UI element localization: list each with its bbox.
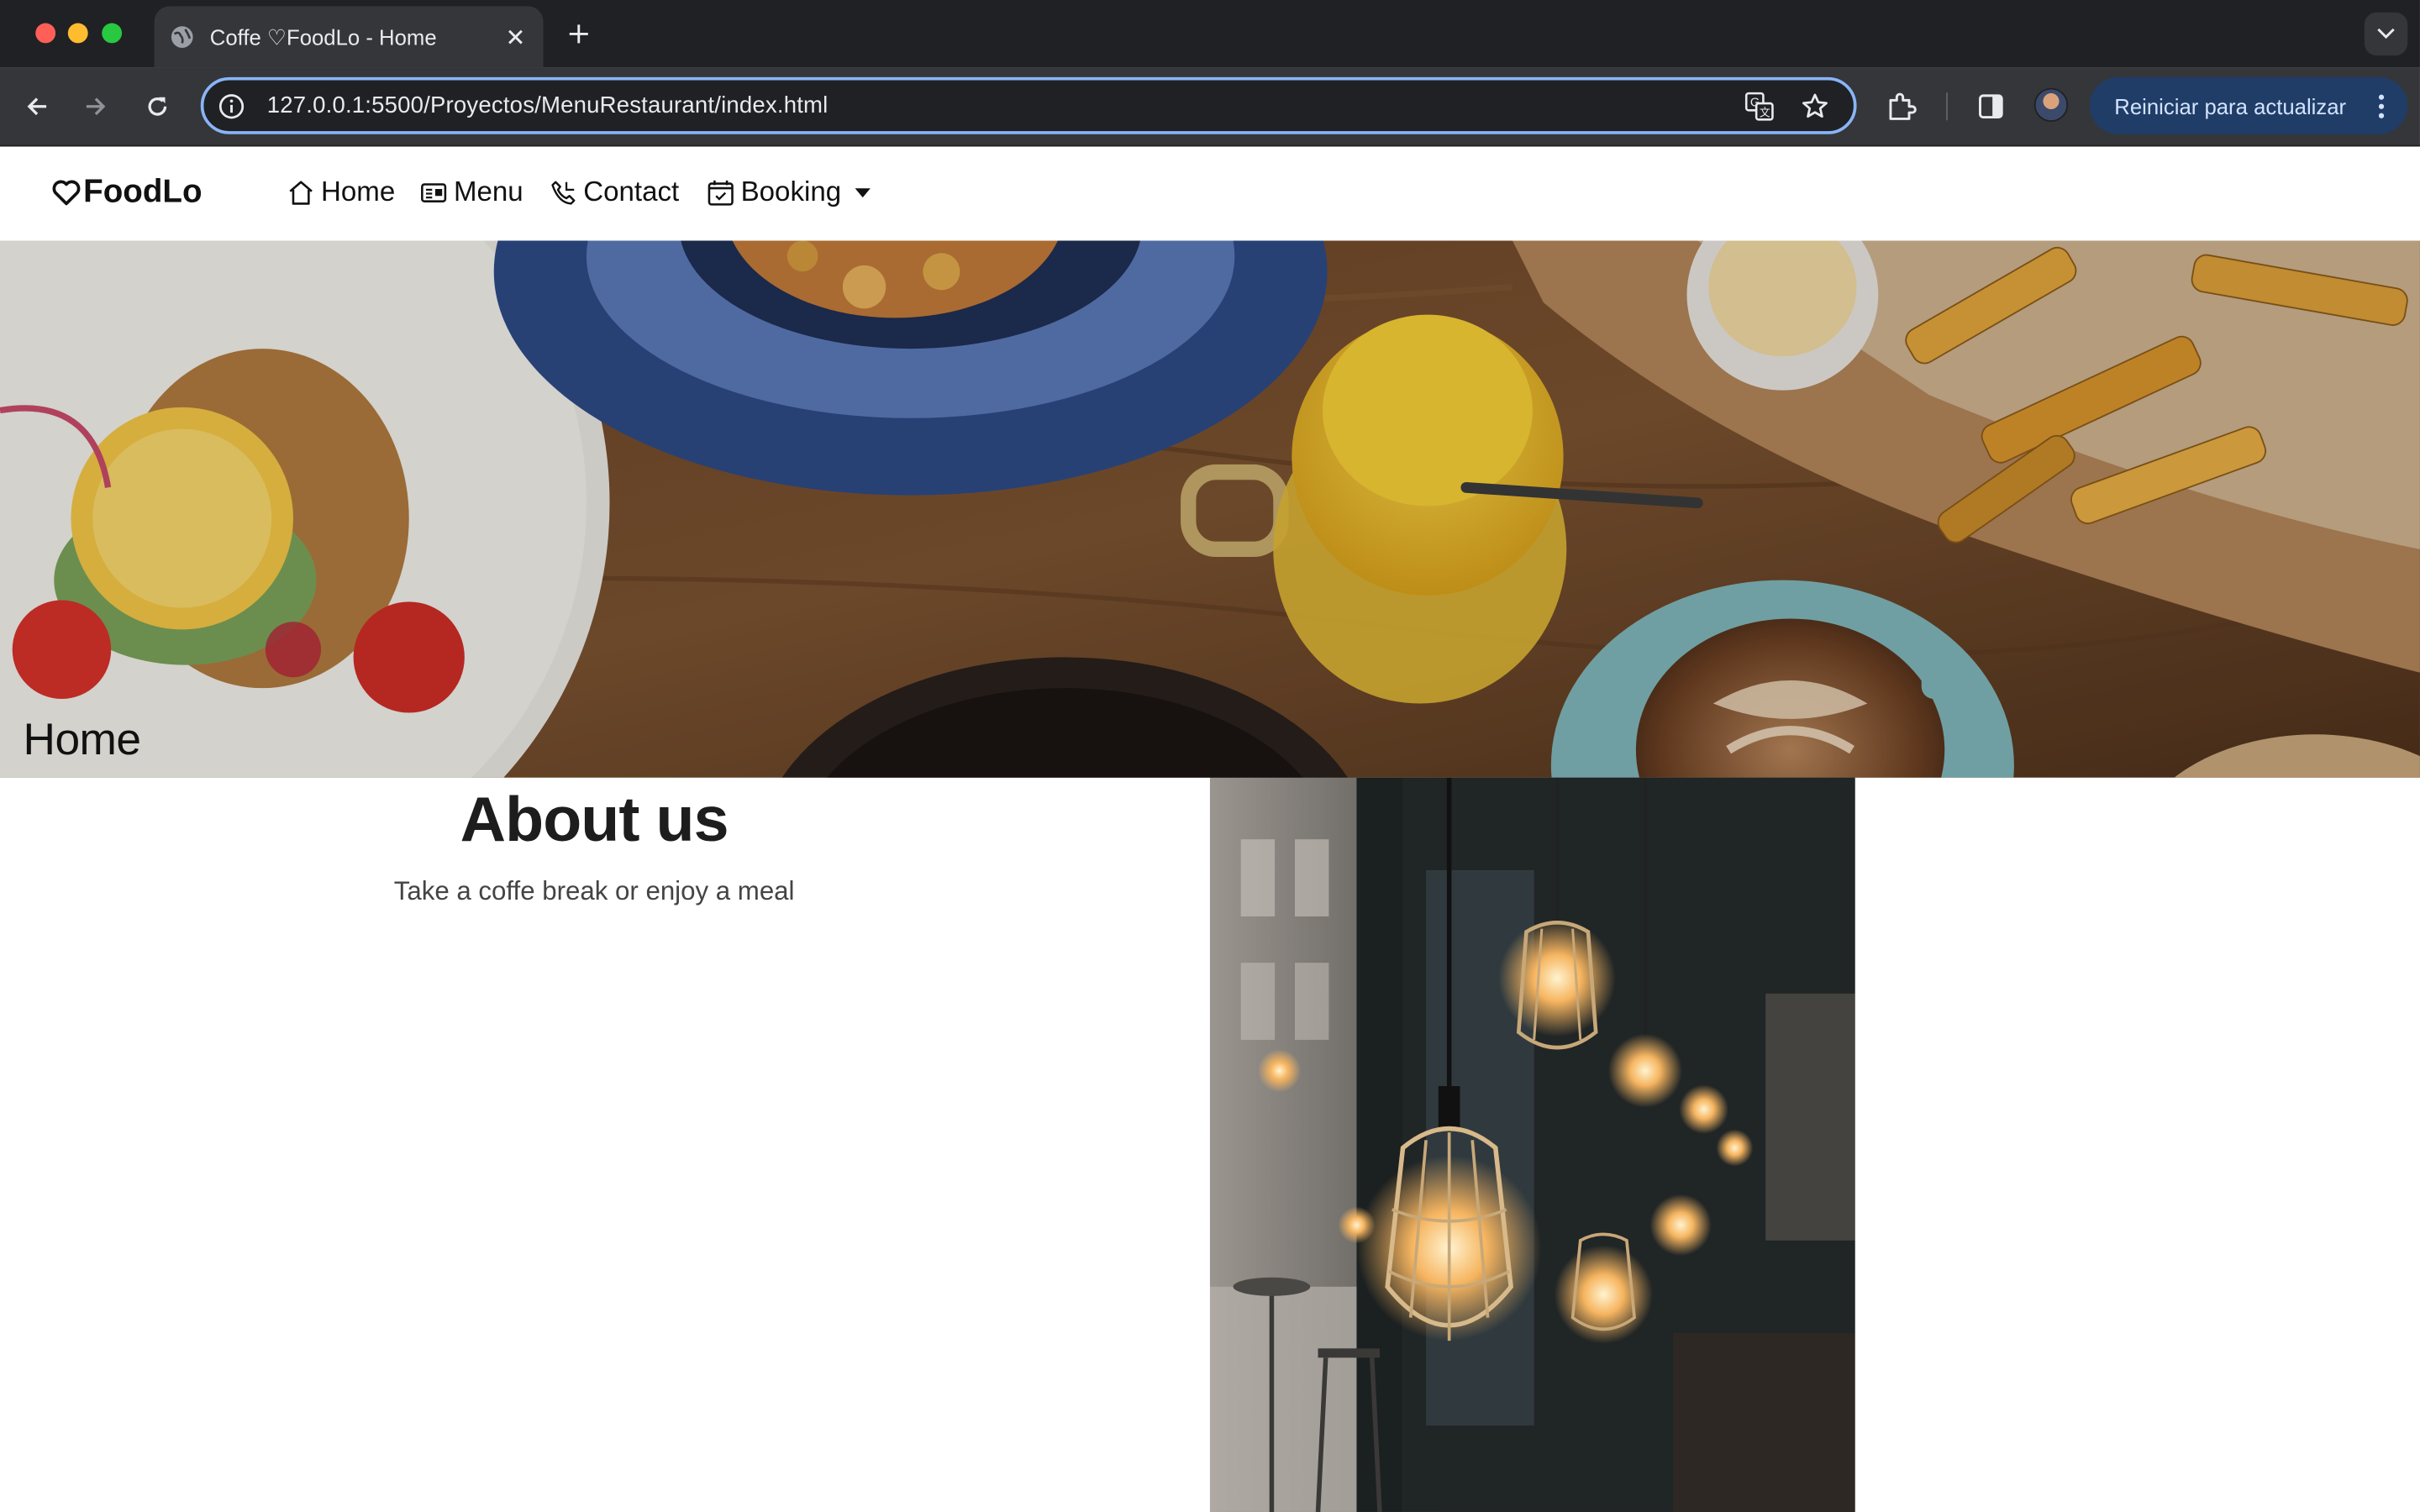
restart-to-update-button[interactable]: Reiniciar para actualizar [2089,76,2408,134]
forward-arrow-icon[interactable] [77,88,114,125]
profile-avatar[interactable] [2033,87,2069,123]
tab-search-chevron-icon[interactable] [2364,12,2408,56]
brand-logo-link[interactable]: FoodLo [51,175,203,212]
restart-to-update-label: Reiniciar para actualizar [2114,93,2347,118]
site-info-icon[interactable] [218,92,245,119]
maximize-window-button[interactable] [102,23,123,44]
menu-card-icon [421,182,447,202]
address-bar[interactable]: 127.0.0.1:5500/Proyectos/MenuRestaurant/… [200,76,1857,134]
extensions-puzzle-icon[interactable] [1883,88,1920,125]
nav-dropdown-booking[interactable]: Booking [707,176,876,208]
browser-toolbar: 127.0.0.1:5500/Proyectos/MenuRestaurant/… [0,67,2420,147]
globe-icon [171,26,193,48]
browser-tab-active[interactable]: Coffe ♡FoodLo - Home [154,6,544,68]
web-page: FoodLo Home Menu Contact Booking Home Ab… [0,146,2420,1512]
new-tab-plus-icon[interactable] [562,17,596,50]
bookmark-star-icon[interactable] [1798,89,1832,123]
hanging-lamps-photo [1209,777,1855,1512]
hero-title: Home [23,716,141,766]
screen: Coffe ♡FoodLo - Home 127.0.0.1:5500/Proy… [0,0,2420,1512]
side-panel-icon[interactable] [1972,88,2009,125]
food-table-photo [0,240,2420,778]
nav-link-menu[interactable]: Menu [420,176,523,208]
nav-link-home[interactable]: Home [287,176,396,208]
nav-link-contact-label: Contact [583,176,680,207]
nav-dropdown-booking-label: Booking [740,176,842,207]
close-window-button[interactable] [35,23,56,44]
about-title: About us [460,784,729,855]
tab-title: Coffe ♡FoodLo - Home [209,24,437,49]
back-arrow-icon[interactable] [18,88,55,125]
heart-icon [52,180,81,206]
site-navbar: FoodLo Home Menu Contact Booking [0,146,2420,241]
about-subtitle: Take a coffe break or enjoy a meal [393,876,795,906]
calendar-check-icon [708,179,734,205]
nav-link-home-label: Home [321,176,396,207]
minimize-window-button[interactable] [67,23,88,44]
reload-icon[interactable] [139,88,176,125]
nav-link-contact[interactable]: Contact [550,176,679,208]
caret-down-icon [855,187,871,197]
home-icon [289,180,313,204]
phone-icon [551,180,576,204]
translate-icon[interactable]: G 文 [1743,89,1776,123]
svg-text:文: 文 [1760,107,1770,119]
brand-name: FoodLo [83,174,203,210]
browser-tab-strip: Coffe ♡FoodLo - Home [0,0,2420,68]
toolbar-divider [1946,92,1948,121]
hero-banner: Home [0,240,2420,778]
nav-link-menu-label: Menu [453,176,523,207]
more-options-kebab-icon[interactable] [2367,93,2395,118]
url-text[interactable]: 127.0.0.1:5500/Proyectos/MenuRestaurant/… [267,92,1743,118]
close-tab-icon[interactable] [503,24,528,49]
